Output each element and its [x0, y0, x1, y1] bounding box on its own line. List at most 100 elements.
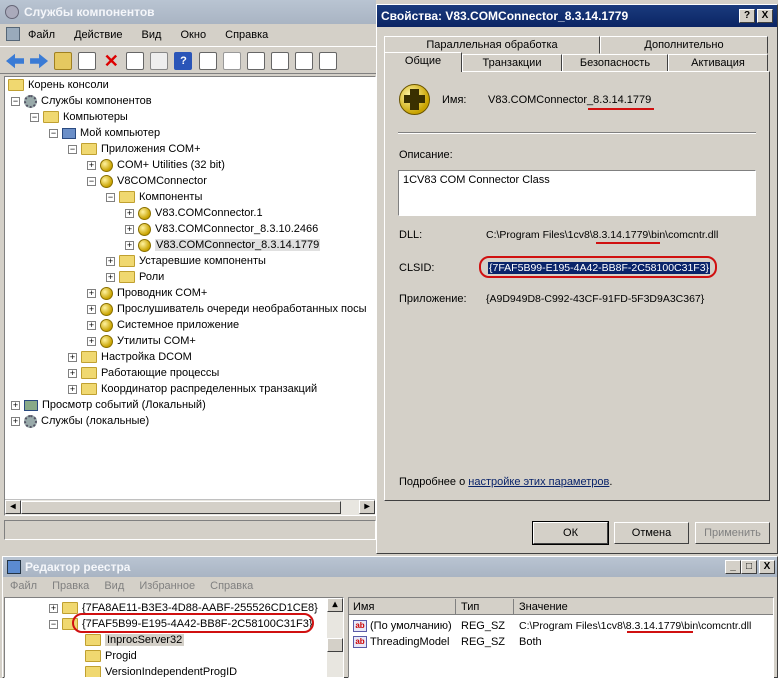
tree-item-dcom-config[interactable]: + Настройка DCOM	[68, 349, 192, 365]
reg-key-versionindependentprogid[interactable]: VersionIndependentProgID	[85, 664, 237, 677]
collapse-icon[interactable]: −	[68, 144, 77, 154]
expand-icon[interactable]: +	[68, 368, 77, 378]
reg-menu-edit[interactable]: Правка	[52, 580, 89, 592]
scroll-thumb[interactable]	[21, 501, 341, 514]
reg-key-progid[interactable]: Progid	[85, 648, 137, 664]
description-field[interactable]: 1CV83 COM Connector Class	[398, 170, 756, 216]
new-icon[interactable]	[222, 52, 241, 70]
tree-item-com-explorer[interactable]: + Проводник COM+	[87, 285, 207, 301]
settings-help-link[interactable]: настройке этих параметров	[468, 476, 609, 488]
expand-icon[interactable]: +	[87, 304, 96, 314]
collapse-icon[interactable]: −	[106, 192, 115, 202]
tree-item-component-1[interactable]: + V83.COMConnector.1	[125, 205, 263, 221]
small-icons-icon[interactable]	[270, 52, 289, 70]
collapse-icon[interactable]: −	[49, 128, 58, 138]
tree-item-legacy-components[interactable]: + Устаревшие компоненты	[106, 253, 266, 269]
up-folder-icon[interactable]	[54, 52, 73, 70]
col-name[interactable]: Имя	[353, 601, 374, 613]
tree-item-component-1779[interactable]: + V83.COMConnector_8.3.14.1779	[125, 237, 321, 253]
collapse-icon[interactable]: −	[49, 619, 58, 629]
show-tree-icon[interactable]	[78, 52, 97, 70]
help-icon[interactable]: ?	[174, 52, 193, 70]
tree-item-roles[interactable]: + Роли	[106, 269, 164, 285]
reg-menu-view[interactable]: Вид	[104, 580, 124, 592]
tree-item-dtc[interactable]: + Координатор распределенных транзакций	[68, 381, 317, 397]
menu-file[interactable]: Файл	[28, 29, 55, 41]
table-row[interactable]: ab (По умолчанию) REG_SZ C:\Program Files…	[353, 618, 773, 634]
scroll-left-icon[interactable]: ◂	[5, 500, 21, 514]
tree-item-components[interactable]: − Компоненты	[106, 189, 202, 205]
console-tree[interactable]: Корень консоли − Службы компонентов − Комп…	[4, 76, 376, 516]
registry-tree[interactable]: + {7FA8AE11-B3E3-4D88-AABF-255526CD1CE8} …	[4, 597, 344, 678]
menu-action[interactable]: Действие	[74, 29, 122, 41]
table-row[interactable]: ab ThreadingModel REG_SZ Both	[353, 634, 773, 650]
refresh-icon[interactable]	[150, 52, 169, 70]
scroll-thumb[interactable]	[327, 638, 343, 652]
menu-window[interactable]: Окно	[181, 29, 207, 41]
collapse-icon[interactable]: −	[30, 112, 39, 122]
tree-item-component-2466[interactable]: + V83.COMConnector_8.3.10.2466	[125, 221, 318, 237]
col-type[interactable]: Тип	[461, 601, 479, 613]
reg-tree-vscrollbar[interactable]: ▴	[327, 598, 343, 677]
expand-icon[interactable]: +	[11, 416, 20, 426]
apply-button[interactable]: Применить	[695, 522, 770, 544]
tree-item-v8comconnector[interactable]: − V8COMConnector	[87, 173, 207, 189]
tree-item-running-processes[interactable]: + Работающие процессы	[68, 365, 219, 381]
tab-transactions[interactable]: Транзакции	[462, 54, 562, 72]
expand-icon[interactable]: +	[87, 320, 96, 330]
tree-item-queue-listener[interactable]: + Прослушиватель очереди необработанных п…	[87, 301, 366, 317]
registry-close-button[interactable]: X	[759, 560, 775, 574]
tree-item-system-app[interactable]: + Системное приложение	[87, 317, 239, 333]
expand-icon[interactable]: +	[68, 352, 77, 362]
menu-view[interactable]: Вид	[142, 29, 162, 41]
tree-item-com-apps[interactable]: − Приложения COM+	[68, 141, 201, 157]
ok-button[interactable]: ОК	[532, 521, 609, 545]
scroll-right-icon[interactable]: ▸	[359, 500, 375, 514]
back-icon[interactable]	[6, 53, 24, 69]
tree-item-computers[interactable]: − Компьютеры	[30, 109, 128, 125]
tree-item-com-utilities-32[interactable]: + COM+ Utilities (32 bit)	[87, 157, 225, 173]
menu-help[interactable]: Справка	[225, 29, 268, 41]
tab-activation[interactable]: Активация	[668, 54, 768, 72]
registry-values[interactable]: Имя Тип Значение ab (По умолчанию) REG_SZ…	[348, 597, 774, 678]
scroll-up-icon[interactable]: ▴	[327, 598, 343, 612]
collapse-icon[interactable]: −	[11, 96, 20, 106]
view-icon[interactable]	[198, 52, 217, 70]
tab-security[interactable]: Безопасность	[562, 54, 668, 72]
expand-icon[interactable]: +	[68, 384, 77, 394]
expand-icon[interactable]: +	[106, 256, 115, 266]
tab-advanced[interactable]: Дополнительно	[600, 36, 768, 54]
forward-icon[interactable]	[30, 53, 49, 69]
cancel-button[interactable]: Отмена	[614, 522, 689, 544]
maximize-button[interactable]: □	[741, 560, 757, 574]
tree-item-services-local[interactable]: + Службы (локальные)	[11, 413, 149, 429]
reg-menu-help[interactable]: Справка	[210, 580, 253, 592]
tree-hscrollbar[interactable]: ◂ ▸	[5, 499, 375, 515]
large-icons-icon[interactable]	[246, 52, 265, 70]
tree-item-event-viewer[interactable]: + Просмотр событий (Локальный)	[11, 397, 206, 413]
expand-icon[interactable]: +	[11, 400, 20, 410]
expand-icon[interactable]: +	[125, 224, 134, 234]
collapse-icon[interactable]: −	[87, 176, 96, 186]
list-icon[interactable]	[294, 52, 313, 70]
expand-icon[interactable]: +	[87, 160, 96, 170]
tab-general[interactable]: Общие	[384, 52, 462, 72]
expand-icon[interactable]: +	[125, 208, 134, 218]
expand-icon[interactable]: +	[87, 288, 96, 298]
minimize-button[interactable]: _	[725, 560, 741, 574]
delete-icon[interactable]: ✕	[102, 52, 120, 70]
reg-menu-favorites[interactable]: Избранное	[139, 580, 195, 592]
tree-item-my-computer[interactable]: − Мой компьютер	[49, 125, 160, 141]
expand-icon[interactable]: +	[49, 603, 58, 613]
tree-item-com-utilities[interactable]: + Утилиты COM+	[87, 333, 196, 349]
reg-key-inprocserver32[interactable]: InprocServer32	[85, 632, 185, 648]
expand-icon[interactable]: +	[125, 240, 134, 250]
properties-icon[interactable]	[126, 52, 145, 70]
dialog-help-button[interactable]: ?	[739, 9, 755, 23]
details-icon[interactable]	[318, 52, 337, 70]
col-value[interactable]: Значение	[519, 601, 568, 613]
reg-menu-file[interactable]: Файл	[10, 580, 37, 592]
expand-icon[interactable]: +	[87, 336, 96, 346]
tree-item-component-services[interactable]: − Службы компонентов	[11, 93, 152, 109]
tree-item-console-root[interactable]: Корень консоли	[8, 77, 109, 93]
